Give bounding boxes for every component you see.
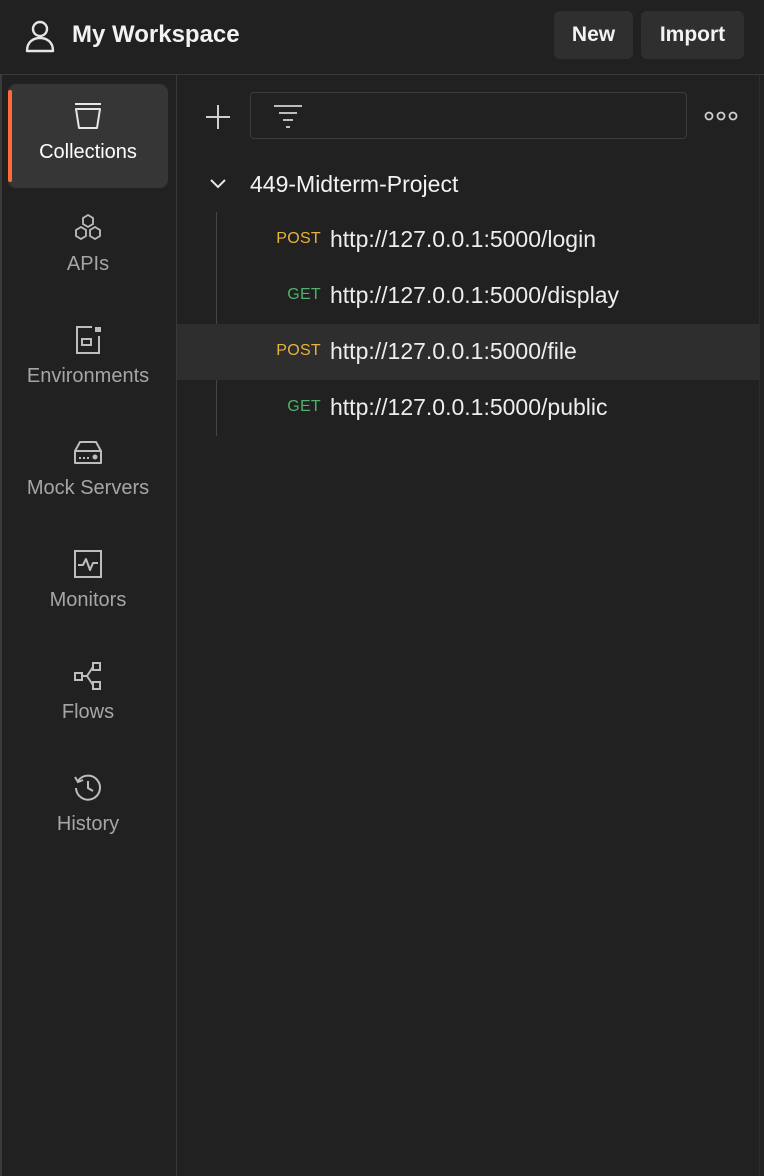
sidebar-item-collections[interactable]: Collections — [8, 84, 168, 188]
request-item-login[interactable]: POST http://127.0.0.1:5000/login — [177, 212, 759, 268]
method-badge: POST — [276, 342, 321, 359]
mock-servers-icon — [74, 441, 102, 464]
sidebar-item-flows[interactable]: Flows — [8, 644, 168, 748]
collections-icon — [75, 103, 101, 129]
request-item-display[interactable]: GET http://127.0.0.1:5000/display — [177, 268, 759, 324]
app-window: My Workspace New Import Collections APIs — [0, 0, 764, 1176]
collection-name: 449-Midterm-Project — [250, 171, 459, 197]
sidebar-item-label: Environments — [26, 365, 150, 387]
method-badge: POST — [276, 230, 321, 247]
sidebar-item-history[interactable]: History — [8, 756, 168, 860]
sidebar-item-label: History — [56, 813, 120, 835]
filter-search-input[interactable] — [250, 92, 687, 139]
sidebar-item-environments[interactable]: Environments — [8, 308, 168, 412]
sidebar-item-label: Monitors — [49, 589, 127, 611]
chevron-down-icon[interactable] — [209, 178, 227, 190]
request-url: http://127.0.0.1:5000/display — [330, 282, 619, 308]
request-item-file[interactable]: POST http://127.0.0.1:5000/file — [177, 324, 759, 380]
sidebar-item-mock-servers[interactable]: Mock Servers — [8, 420, 168, 524]
user-icon[interactable] — [24, 19, 56, 53]
monitors-icon — [74, 550, 102, 578]
more-options-icon[interactable] — [704, 110, 738, 122]
sidebar-item-monitors[interactable]: Monitors — [8, 532, 168, 636]
request-url: http://127.0.0.1:5000/public — [330, 394, 608, 420]
filter-icon — [274, 105, 302, 128]
sidebar-item-label: Mock Servers — [26, 477, 150, 499]
workspace-header: My Workspace New Import — [0, 0, 764, 75]
method-badge: GET — [287, 398, 321, 415]
environments-icon — [76, 326, 101, 354]
request-url: http://127.0.0.1:5000/file — [330, 338, 577, 364]
import-button[interactable]: Import — [641, 11, 744, 59]
sidebar-item-label: Flows — [61, 701, 115, 723]
flows-icon — [74, 662, 101, 690]
apis-icon — [75, 213, 101, 241]
sidebar-item-label: Collections — [39, 141, 137, 163]
sidebar-item-label: APIs — [66, 253, 110, 275]
method-badge: GET — [287, 286, 321, 303]
sidebar-item-apis[interactable]: APIs — [8, 196, 168, 300]
workspace-title[interactable]: My Workspace — [72, 20, 240, 50]
collection-item[interactable]: 449-Midterm-Project — [177, 156, 759, 212]
request-item-public[interactable]: GET http://127.0.0.1:5000/public — [177, 380, 759, 436]
sidebar: Collections APIs Environments Mock Serve… — [2, 75, 177, 1176]
panel-divider — [759, 75, 760, 1176]
add-collection-button[interactable] — [203, 103, 233, 131]
history-icon — [74, 774, 101, 801]
new-button[interactable]: New — [554, 11, 633, 59]
request-url: http://127.0.0.1:5000/login — [330, 226, 596, 252]
